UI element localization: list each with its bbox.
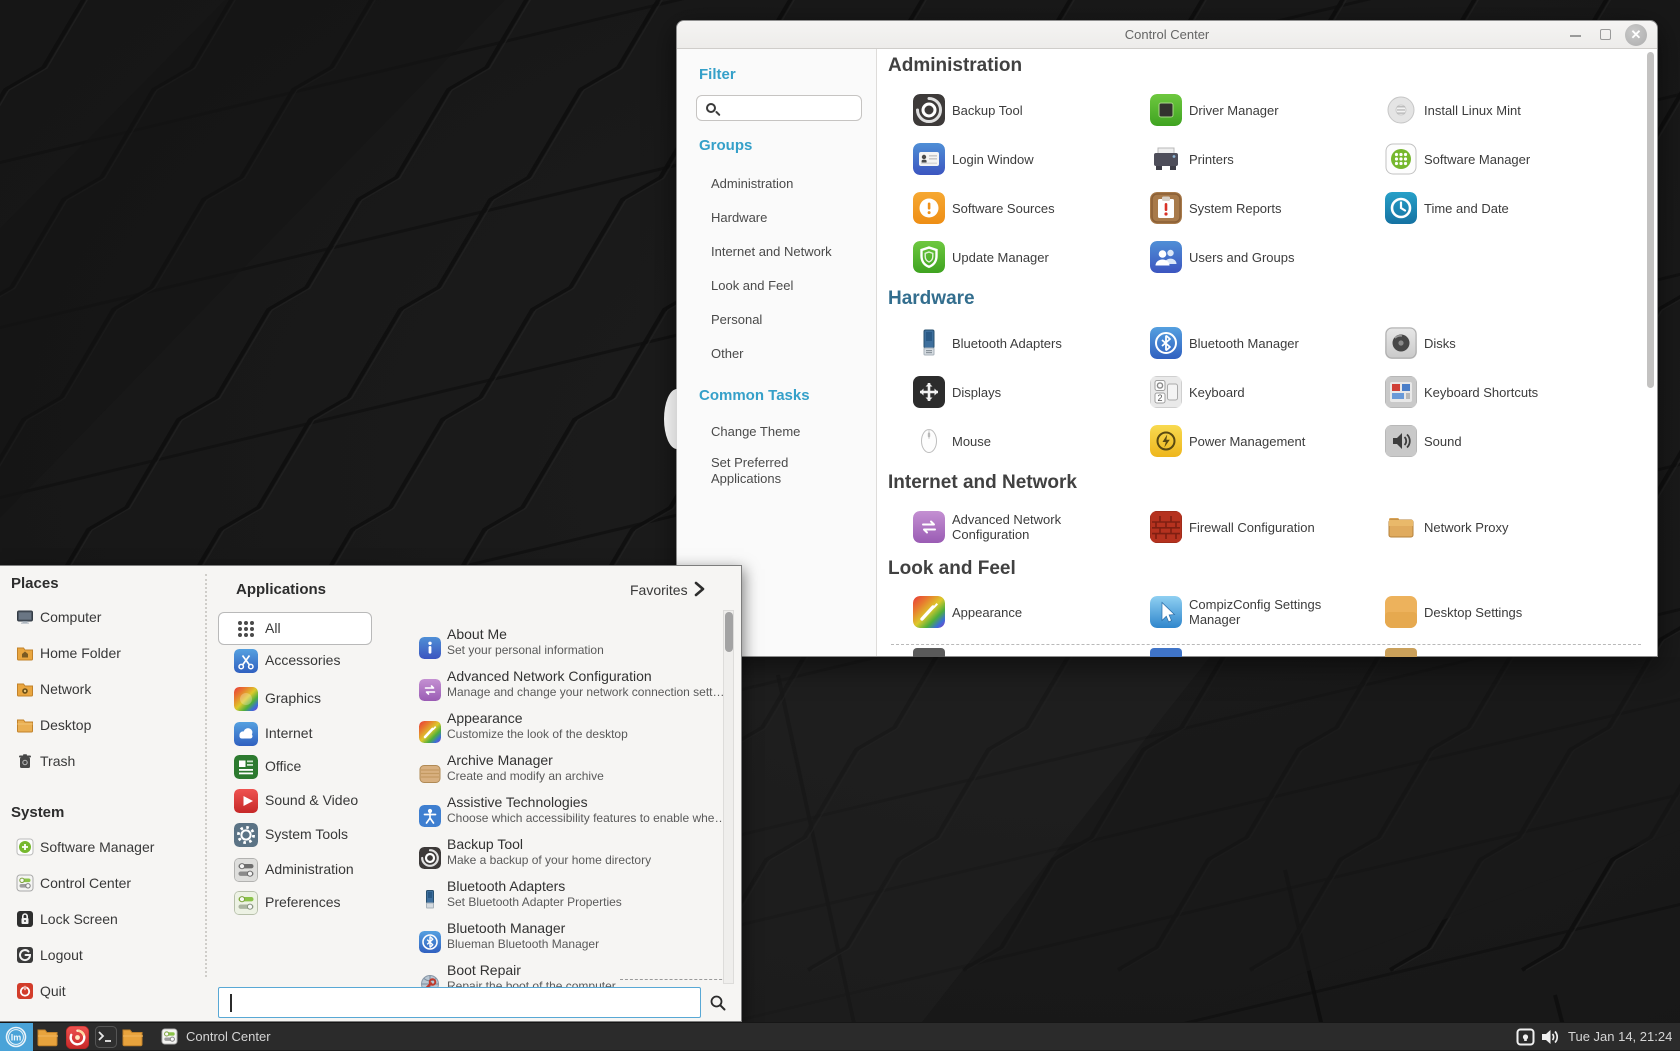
svg-text:2: 2 (1157, 393, 1162, 403)
svg-text:lm: lm (11, 1033, 22, 1043)
